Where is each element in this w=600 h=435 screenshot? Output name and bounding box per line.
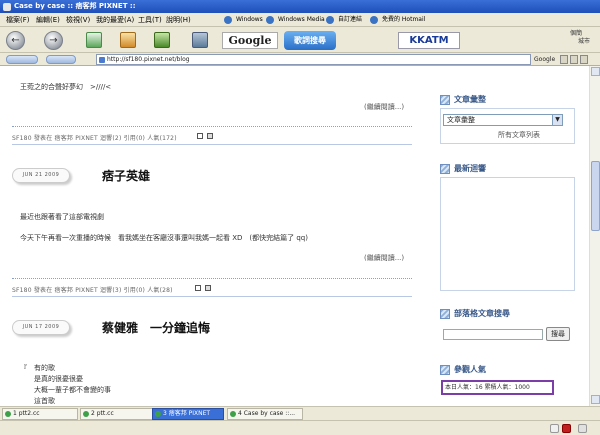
post2-line2: 今天下午再看一次重播的時候 看我媽坐在客廳沒事還叫我媽一起看 XD (都快完結篇… bbox=[20, 234, 308, 242]
cube-icon[interactable] bbox=[154, 32, 170, 48]
toolbar-pill-1[interactable] bbox=[6, 55, 38, 64]
ie-icon bbox=[326, 16, 334, 24]
post-separator-1 bbox=[12, 144, 412, 145]
address-bar: http://sf180.pixnet.net/blog Google bbox=[0, 53, 600, 66]
ie-icon bbox=[266, 16, 274, 24]
post2-read-more-link[interactable]: (繼續閱讀...) bbox=[364, 253, 404, 263]
post3-title[interactable]: 蔡健雅 一分鐘追悔 bbox=[102, 319, 210, 336]
post3-line4: 這首歌 bbox=[20, 397, 55, 405]
home-icon[interactable] bbox=[120, 32, 136, 48]
post1-read-more-link[interactable]: (繼續閱讀...) bbox=[364, 102, 404, 112]
post2-line1: 最近也跟著看了這部電視劇 bbox=[20, 213, 104, 221]
page-icon bbox=[99, 57, 105, 63]
edit-icon[interactable] bbox=[197, 133, 203, 139]
ie-icon bbox=[370, 16, 378, 24]
profile-name-2: 城市 bbox=[578, 38, 591, 45]
url-text: http://sf180.pixnet.net/blog bbox=[107, 56, 190, 63]
scroll-down-arrow[interactable] bbox=[591, 395, 600, 404]
post3-date: JUN 17 2009 bbox=[12, 320, 70, 335]
recent-comments-heading: 最新迴響 bbox=[440, 163, 486, 175]
url-field[interactable]: http://sf180.pixnet.net/blog bbox=[96, 54, 531, 65]
section-square-icon bbox=[440, 95, 450, 105]
edit-icon[interactable] bbox=[195, 285, 201, 291]
ie-icon bbox=[224, 16, 232, 24]
app-icon bbox=[230, 411, 236, 417]
app-icon bbox=[83, 411, 89, 417]
menu-edit[interactable]: 編輯(E) bbox=[36, 13, 60, 27]
toolbar-pill-2[interactable] bbox=[46, 55, 76, 64]
zoom-icon[interactable] bbox=[578, 424, 587, 433]
page-option-button[interactable] bbox=[580, 55, 588, 64]
google-button[interactable]: Google bbox=[222, 32, 278, 49]
refresh-icon[interactable] bbox=[86, 32, 102, 48]
menu-help[interactable]: 說明(H) bbox=[166, 13, 191, 27]
archive-heading: 文章彙整 bbox=[440, 94, 486, 106]
link-custom[interactable]: 自訂連結 bbox=[326, 14, 362, 26]
taskbar: 1 ptt2.cc 2 ptt.cc 3 痞客邦 PIXNET 4 Case b… bbox=[0, 406, 600, 420]
menu-view[interactable]: 檢視(V) bbox=[66, 13, 90, 27]
menu-bar: 檔案(F) 編輯(E) 檢視(V) 我的最愛(A) 工具(T) 說明(H) Wi… bbox=[0, 13, 600, 49]
link-windows-media[interactable]: Windows Media bbox=[266, 14, 325, 26]
post1-divider bbox=[12, 126, 412, 127]
blog-search-heading: 部落格文章搜尋 bbox=[440, 308, 510, 320]
post3-line2: 是真的很憂很憂 bbox=[20, 375, 83, 383]
forward-button[interactable]: → bbox=[44, 31, 63, 50]
blog-search-input[interactable] bbox=[443, 329, 543, 340]
all-posts-link[interactable]: 所有文章列表 bbox=[498, 130, 540, 140]
link-windows[interactable]: Windows bbox=[224, 14, 263, 26]
search-engine-label[interactable]: Google bbox=[534, 54, 560, 65]
task-case-by-case[interactable]: 4 Case by case ::... bbox=[227, 408, 303, 420]
post2-title[interactable]: 痞子英雄 bbox=[102, 167, 150, 184]
menu-file[interactable]: 檔案(F) bbox=[6, 13, 30, 27]
scroll-thumb[interactable] bbox=[591, 161, 600, 231]
scroll-up-arrow[interactable] bbox=[591, 67, 600, 76]
section-square-icon bbox=[440, 309, 450, 319]
task-ptt[interactable]: 2 ptt.cc bbox=[80, 408, 156, 420]
security-icon bbox=[550, 424, 559, 433]
vertical-scrollbar[interactable] bbox=[589, 66, 600, 406]
app-icon bbox=[5, 411, 11, 417]
menu-favorites[interactable]: 我的最愛(A) bbox=[96, 13, 134, 27]
post1-meta: SF180 發表在 痞客邦 PIXNET 迴響(2) 引用(0) 人氣(172) bbox=[12, 135, 177, 142]
archive-select[interactable]: 文章彙整 ▼ bbox=[443, 114, 563, 126]
toolbar: ← → Google 歌詞搜尋 KKATM 個簡 城市 bbox=[0, 27, 600, 53]
section-square-icon bbox=[440, 164, 450, 174]
task-ptt2[interactable]: 1 ptt2.cc bbox=[2, 408, 78, 420]
link-hotmail[interactable]: 免費的 Hotmail bbox=[370, 14, 425, 26]
post2-meta: SF180 發表在 痞客邦 PIXNET 迴響(3) 引用(0) 人氣(28) bbox=[12, 287, 173, 294]
browser-icon bbox=[3, 3, 11, 11]
status-bar bbox=[0, 420, 600, 435]
tools-option-button[interactable] bbox=[570, 55, 578, 64]
post3-line3: 大概一輩子都不會變的事 bbox=[20, 386, 111, 394]
post-separator-2 bbox=[12, 296, 412, 297]
window-title-bar: Case by case :: 痞客邦 PIXNET :: bbox=[0, 0, 600, 13]
blog-search-button[interactable]: 搜尋 bbox=[546, 327, 570, 341]
visitors-heading: 參觀人氣 bbox=[440, 364, 486, 376]
search-option-button[interactable] bbox=[560, 55, 568, 64]
app-icon bbox=[155, 411, 161, 417]
post3-line1: 『 有的歌 bbox=[20, 364, 55, 372]
chevron-down-icon[interactable]: ▼ bbox=[552, 115, 562, 125]
section-square-icon bbox=[440, 365, 450, 375]
post2-divider bbox=[12, 278, 412, 279]
back-button[interactable]: ← bbox=[6, 31, 25, 50]
kkatm-button[interactable]: KKATM bbox=[398, 32, 460, 49]
song-search-button[interactable]: 歌詞搜尋 bbox=[284, 31, 336, 50]
visitor-counter: 本日人氣：16 累積人氣：1000 bbox=[441, 380, 554, 395]
post1-tail-text: 王菀之的合聲好夢幻 >////< bbox=[20, 83, 112, 91]
window-title: Case by case :: 痞客邦 PIXNET :: bbox=[14, 2, 136, 10]
post2-date: JUN 21 2009 bbox=[12, 168, 70, 183]
blocked-icon[interactable] bbox=[562, 424, 571, 433]
task-pixnet[interactable]: 3 痞客邦 PIXNET bbox=[152, 408, 224, 420]
recent-comments-box bbox=[440, 177, 575, 291]
trash-icon[interactable] bbox=[205, 285, 211, 291]
trash-icon[interactable] bbox=[207, 133, 213, 139]
addon-icon[interactable] bbox=[192, 32, 208, 48]
menu-tools[interactable]: 工具(T) bbox=[138, 13, 162, 27]
